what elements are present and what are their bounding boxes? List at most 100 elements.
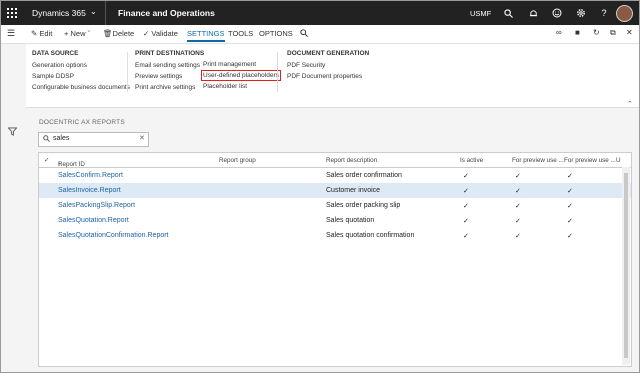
preview-use-1-check[interactable]: ✓ xyxy=(515,217,521,225)
app-launcher-icon[interactable] xyxy=(1,1,23,25)
vertical-scrollbar[interactable] xyxy=(622,167,630,365)
column-for-preview-use-1[interactable]: For preview use ... xyxy=(512,157,564,164)
link-icon[interactable]: ∞ xyxy=(556,28,562,37)
filter-icon[interactable] xyxy=(7,127,18,138)
group-data-source: DATA SOURCE Generation options Sample DD… xyxy=(32,50,130,95)
app-window: Dynamics 365 ⌄ Finance and Operations US… xyxy=(0,0,640,373)
chevron-down-icon[interactable]: ⌄ xyxy=(90,7,97,16)
pencil-icon: ✎ xyxy=(31,29,38,38)
preview-settings-button[interactable]: Preview settings xyxy=(135,73,204,80)
tab-tools[interactable]: TOOLS xyxy=(228,29,253,38)
search-icon xyxy=(43,135,50,144)
table-row[interactable]: SalesQuotationConfirmation.Report Sales … xyxy=(39,228,631,243)
preview-use-2-check[interactable]: ✓ xyxy=(567,232,573,240)
group-header: PRINT DESTINATIONS xyxy=(135,50,205,57)
is-active-check[interactable]: ✓ xyxy=(463,202,469,210)
report-id-link[interactable]: SalesPackingSlip.Report xyxy=(58,202,135,209)
edit-button[interactable]: ✎ Edit xyxy=(31,29,52,38)
search-icon[interactable] xyxy=(499,4,517,22)
report-id-link[interactable]: SalesConfirm.Report xyxy=(58,172,123,179)
avatar[interactable] xyxy=(616,5,633,22)
report-id-link[interactable]: SalesQuotation.Report xyxy=(58,217,129,224)
plus-icon: + xyxy=(64,29,69,38)
hamburger-menu-icon[interactable]: ☰ xyxy=(7,28,15,39)
search-input[interactable]: sales ✕ xyxy=(38,132,149,147)
column-for-preview-use-2[interactable]: For preview use ... xyxy=(564,157,616,164)
validate-label: Validate xyxy=(151,29,178,38)
placeholder-list-button[interactable]: Placeholder list xyxy=(203,83,279,90)
delete-label: Delete xyxy=(112,29,135,38)
chevron-down-icon: ˇ xyxy=(87,29,91,38)
configurable-business-documents-button[interactable]: Configurable business documents xyxy=(32,84,130,91)
print-archive-settings-button[interactable]: Print archive settings xyxy=(135,84,204,91)
close-icon[interactable]: ✕ xyxy=(626,28,633,37)
column-label: Report ID xyxy=(58,161,85,168)
report-id-link[interactable]: SalesInvoice.Report xyxy=(58,187,121,194)
help-icon[interactable]: ? xyxy=(595,4,613,22)
email-sending-settings-button[interactable]: Email sending settings xyxy=(135,62,204,69)
tab-options[interactable]: OPTIONS xyxy=(259,29,293,38)
ribbon-panel: DATA SOURCE Generation options Sample DD… xyxy=(26,44,639,108)
is-active-check[interactable]: ✓ xyxy=(463,187,469,195)
is-active-check[interactable]: ✓ xyxy=(463,217,469,225)
office-icon[interactable]: ■ xyxy=(575,28,580,37)
is-active-check[interactable]: ✓ xyxy=(463,232,469,240)
chevron-up-icon[interactable]: ⌃ xyxy=(627,100,633,108)
delete-button[interactable]: 🗑Delete xyxy=(103,29,134,38)
trash-icon: 🗑 xyxy=(103,29,113,38)
smiley-icon[interactable] xyxy=(548,4,566,22)
gear-icon[interactable] xyxy=(572,4,590,22)
page-title: DOCENTRIC AX REPORTS xyxy=(39,119,125,126)
preview-use-2-check[interactable]: ✓ xyxy=(567,172,573,180)
group-print-destinations-col2: Print management User-defined placeholde… xyxy=(201,61,281,94)
search-icon[interactable] xyxy=(300,29,308,39)
refresh-icon[interactable]: ↻ xyxy=(593,28,600,37)
table-row[interactable]: SalesQuotation.Report Sales quotation ✓ … xyxy=(39,213,631,228)
report-description: Customer invoice xyxy=(326,187,381,194)
column-report-group[interactable]: Report group xyxy=(219,157,256,164)
reports-grid: ✓ Report ID ↑ Report group Report descri… xyxy=(38,152,632,367)
validate-button[interactable]: ✓ Validate xyxy=(143,29,178,38)
tab-settings[interactable]: SETTINGS xyxy=(187,29,225,42)
report-description: Sales order packing slip xyxy=(326,202,401,209)
new-button[interactable]: + New ˇ xyxy=(64,29,90,38)
preview-use-1-check[interactable]: ✓ xyxy=(515,232,521,240)
table-row[interactable]: SalesInvoice.Report Customer invoice ✓ ✓… xyxy=(39,183,631,198)
table-row[interactable]: SalesPackingSlip.Report Sales order pack… xyxy=(39,198,631,213)
group-header: DOCUMENT GENERATION xyxy=(287,50,370,57)
pdf-document-properties-button[interactable]: PDF Document properties xyxy=(287,73,369,80)
table-row[interactable]: SalesConfirm.Report Sales order confirma… xyxy=(39,168,631,183)
report-id-link[interactable]: SalesQuotationConfirmation.Report xyxy=(58,232,169,239)
scrollbar-thumb[interactable] xyxy=(624,173,628,358)
open-in-new-window-icon[interactable]: ⧉ xyxy=(610,28,616,38)
preview-use-1-check[interactable]: ✓ xyxy=(515,187,521,195)
select-all-checkmark-icon[interactable]: ✓ xyxy=(44,157,49,164)
pdf-security-button[interactable]: PDF Security xyxy=(287,62,369,69)
preview-use-2-check[interactable]: ✓ xyxy=(567,217,573,225)
column-is-active[interactable]: Is active xyxy=(460,157,483,164)
module-name: Finance and Operations xyxy=(118,8,215,18)
user-defined-placeholders-button[interactable]: User-defined placeholders xyxy=(201,70,281,81)
divider xyxy=(105,1,106,25)
preview-use-2-check[interactable]: ✓ xyxy=(567,202,573,210)
preview-use-1-check[interactable]: ✓ xyxy=(515,172,521,180)
print-management-button[interactable]: Print management xyxy=(203,61,279,68)
column-u[interactable]: U xyxy=(616,157,621,164)
group-print-destinations: PRINT DESTINATIONS Email sending setting… xyxy=(135,50,204,95)
clear-icon[interactable]: ✕ xyxy=(139,134,145,142)
generation-options-button[interactable]: Generation options xyxy=(32,62,130,69)
sample-ddsp-button[interactable]: Sample DDSP xyxy=(32,73,130,80)
edit-label: Edit xyxy=(39,29,53,38)
preview-use-2-check[interactable]: ✓ xyxy=(567,187,573,195)
is-active-check[interactable]: ✓ xyxy=(463,172,469,180)
column-report-description[interactable]: Report description xyxy=(326,157,377,164)
preview-use-1-check[interactable]: ✓ xyxy=(515,202,521,210)
bell-icon[interactable] xyxy=(524,4,542,22)
group-header: DATA SOURCE xyxy=(32,50,79,57)
divider xyxy=(277,52,278,92)
app-name[interactable]: Dynamics 365 xyxy=(32,8,86,18)
grid-header: ✓ Report ID ↑ Report group Report descri… xyxy=(39,153,631,168)
company-picker[interactable]: USMF xyxy=(470,9,491,18)
report-description: Sales quotation confirmation xyxy=(326,232,415,239)
action-pane: ☰ ✎ Edit + New ˇ 🗑Delete ✓ Validate SETT… xyxy=(1,25,639,44)
